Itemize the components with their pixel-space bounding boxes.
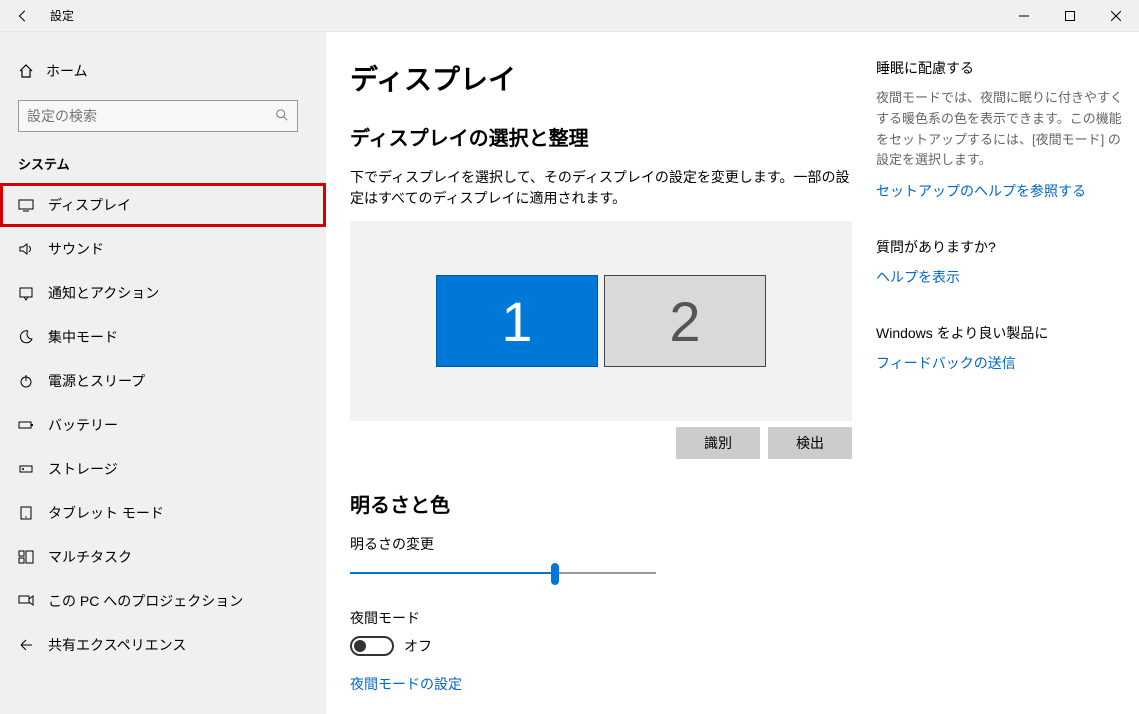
nav-label: 共有エクスペリエンス <box>48 635 186 655</box>
aside-sleep-text: 夜間モードでは、夜間に眠りに付きやすくする暖色系の色を表示できます。この機能をセ… <box>876 88 1123 171</box>
nav-share[interactable]: 共有エクスペリエンス <box>0 623 326 667</box>
home-icon <box>18 63 46 79</box>
search-icon <box>275 108 289 125</box>
tablet-icon <box>18 505 48 521</box>
sound-icon <box>18 241 48 257</box>
aside-feedback-link[interactable]: フィードバックの送信 <box>876 353 1123 373</box>
search-field[interactable] <box>27 108 275 124</box>
aside-help-link[interactable]: ヘルプを表示 <box>876 267 1123 287</box>
nav-multitask[interactable]: マルチタスク <box>0 535 326 579</box>
nav-label: マルチタスク <box>48 547 132 567</box>
nav-label: タブレット モード <box>48 503 164 523</box>
nav-project[interactable]: この PC へのプロジェクション <box>0 579 326 623</box>
monitor-icon <box>18 197 48 213</box>
nav-label: バッテリー <box>48 415 118 435</box>
brightness-label: 明るさの変更 <box>350 534 852 554</box>
search-input[interactable] <box>18 100 298 132</box>
home-button[interactable]: ホーム <box>0 50 326 92</box>
monitor-2[interactable]: 2 <box>604 275 766 367</box>
nav-battery[interactable]: バッテリー <box>0 403 326 447</box>
nav-label: ストレージ <box>48 459 118 479</box>
aside-sleep-link[interactable]: セットアップのヘルプを参照する <box>876 181 1123 201</box>
brightness-slider[interactable] <box>350 562 656 586</box>
nav-label: この PC へのプロジェクション <box>48 591 243 611</box>
nav-label: 電源とスリープ <box>48 371 145 391</box>
window-title: 設定 <box>46 7 74 24</box>
home-label: ホーム <box>46 61 88 81</box>
nav-display[interactable]: ディスプレイ <box>0 183 326 227</box>
monitor-1[interactable]: 1 <box>436 275 598 367</box>
nav-label: 通知とアクション <box>48 283 159 303</box>
brightness-heading: 明るさと色 <box>350 489 852 518</box>
power-icon <box>18 373 48 389</box>
nav-label: ディスプレイ <box>48 195 131 215</box>
project-icon <box>18 593 48 609</box>
aside-questions-title: 質問がありますか? <box>876 237 1123 257</box>
nav-storage[interactable]: ストレージ <box>0 447 326 491</box>
minimize-button[interactable] <box>1001 0 1047 31</box>
nightmode-settings-link[interactable]: 夜間モードの設定 <box>350 674 852 694</box>
slider-thumb[interactable] <box>551 563 559 585</box>
nav-tablet[interactable]: タブレット モード <box>0 491 326 535</box>
notification-icon <box>18 285 48 301</box>
multitask-icon <box>18 549 48 565</box>
nav-power[interactable]: 電源とスリープ <box>0 359 326 403</box>
arrange-heading: ディスプレイの選択と整理 <box>350 122 852 151</box>
close-button[interactable] <box>1093 0 1139 31</box>
aside-sleep-title: 睡眠に配慮する <box>876 58 1123 78</box>
back-button[interactable] <box>0 0 46 31</box>
nav-focus[interactable]: 集中モード <box>0 315 326 359</box>
battery-icon <box>18 417 48 433</box>
detect-button[interactable]: 検出 <box>768 427 852 459</box>
sidebar-section-title: システム <box>0 146 326 183</box>
nav-label: 集中モード <box>48 327 118 347</box>
nightmode-label: 夜間モード <box>350 608 852 628</box>
nav-sound[interactable]: サウンド <box>0 227 326 271</box>
share-icon <box>18 637 48 653</box>
sidebar: ホーム システム ディスプレイ サウンド 通知とアクション 集中モード <box>0 32 326 714</box>
nav-label: サウンド <box>48 239 104 259</box>
arrange-desc: 下でディスプレイを選択して、そのディスプレイの設定を変更します。一部の設定はすべ… <box>350 167 852 209</box>
display-arrangement[interactable]: 1 2 <box>350 221 852 421</box>
page-title: ディスプレイ <box>350 58 852 98</box>
nightmode-toggle[interactable] <box>350 636 394 656</box>
aside-improve-title: Windows をより良い製品に <box>876 323 1123 343</box>
maximize-button[interactable] <box>1047 0 1093 31</box>
nightmode-state: オフ <box>404 636 432 656</box>
identify-button[interactable]: 識別 <box>676 427 760 459</box>
nav-notifications[interactable]: 通知とアクション <box>0 271 326 315</box>
storage-icon <box>18 461 48 477</box>
moon-icon <box>18 329 48 345</box>
